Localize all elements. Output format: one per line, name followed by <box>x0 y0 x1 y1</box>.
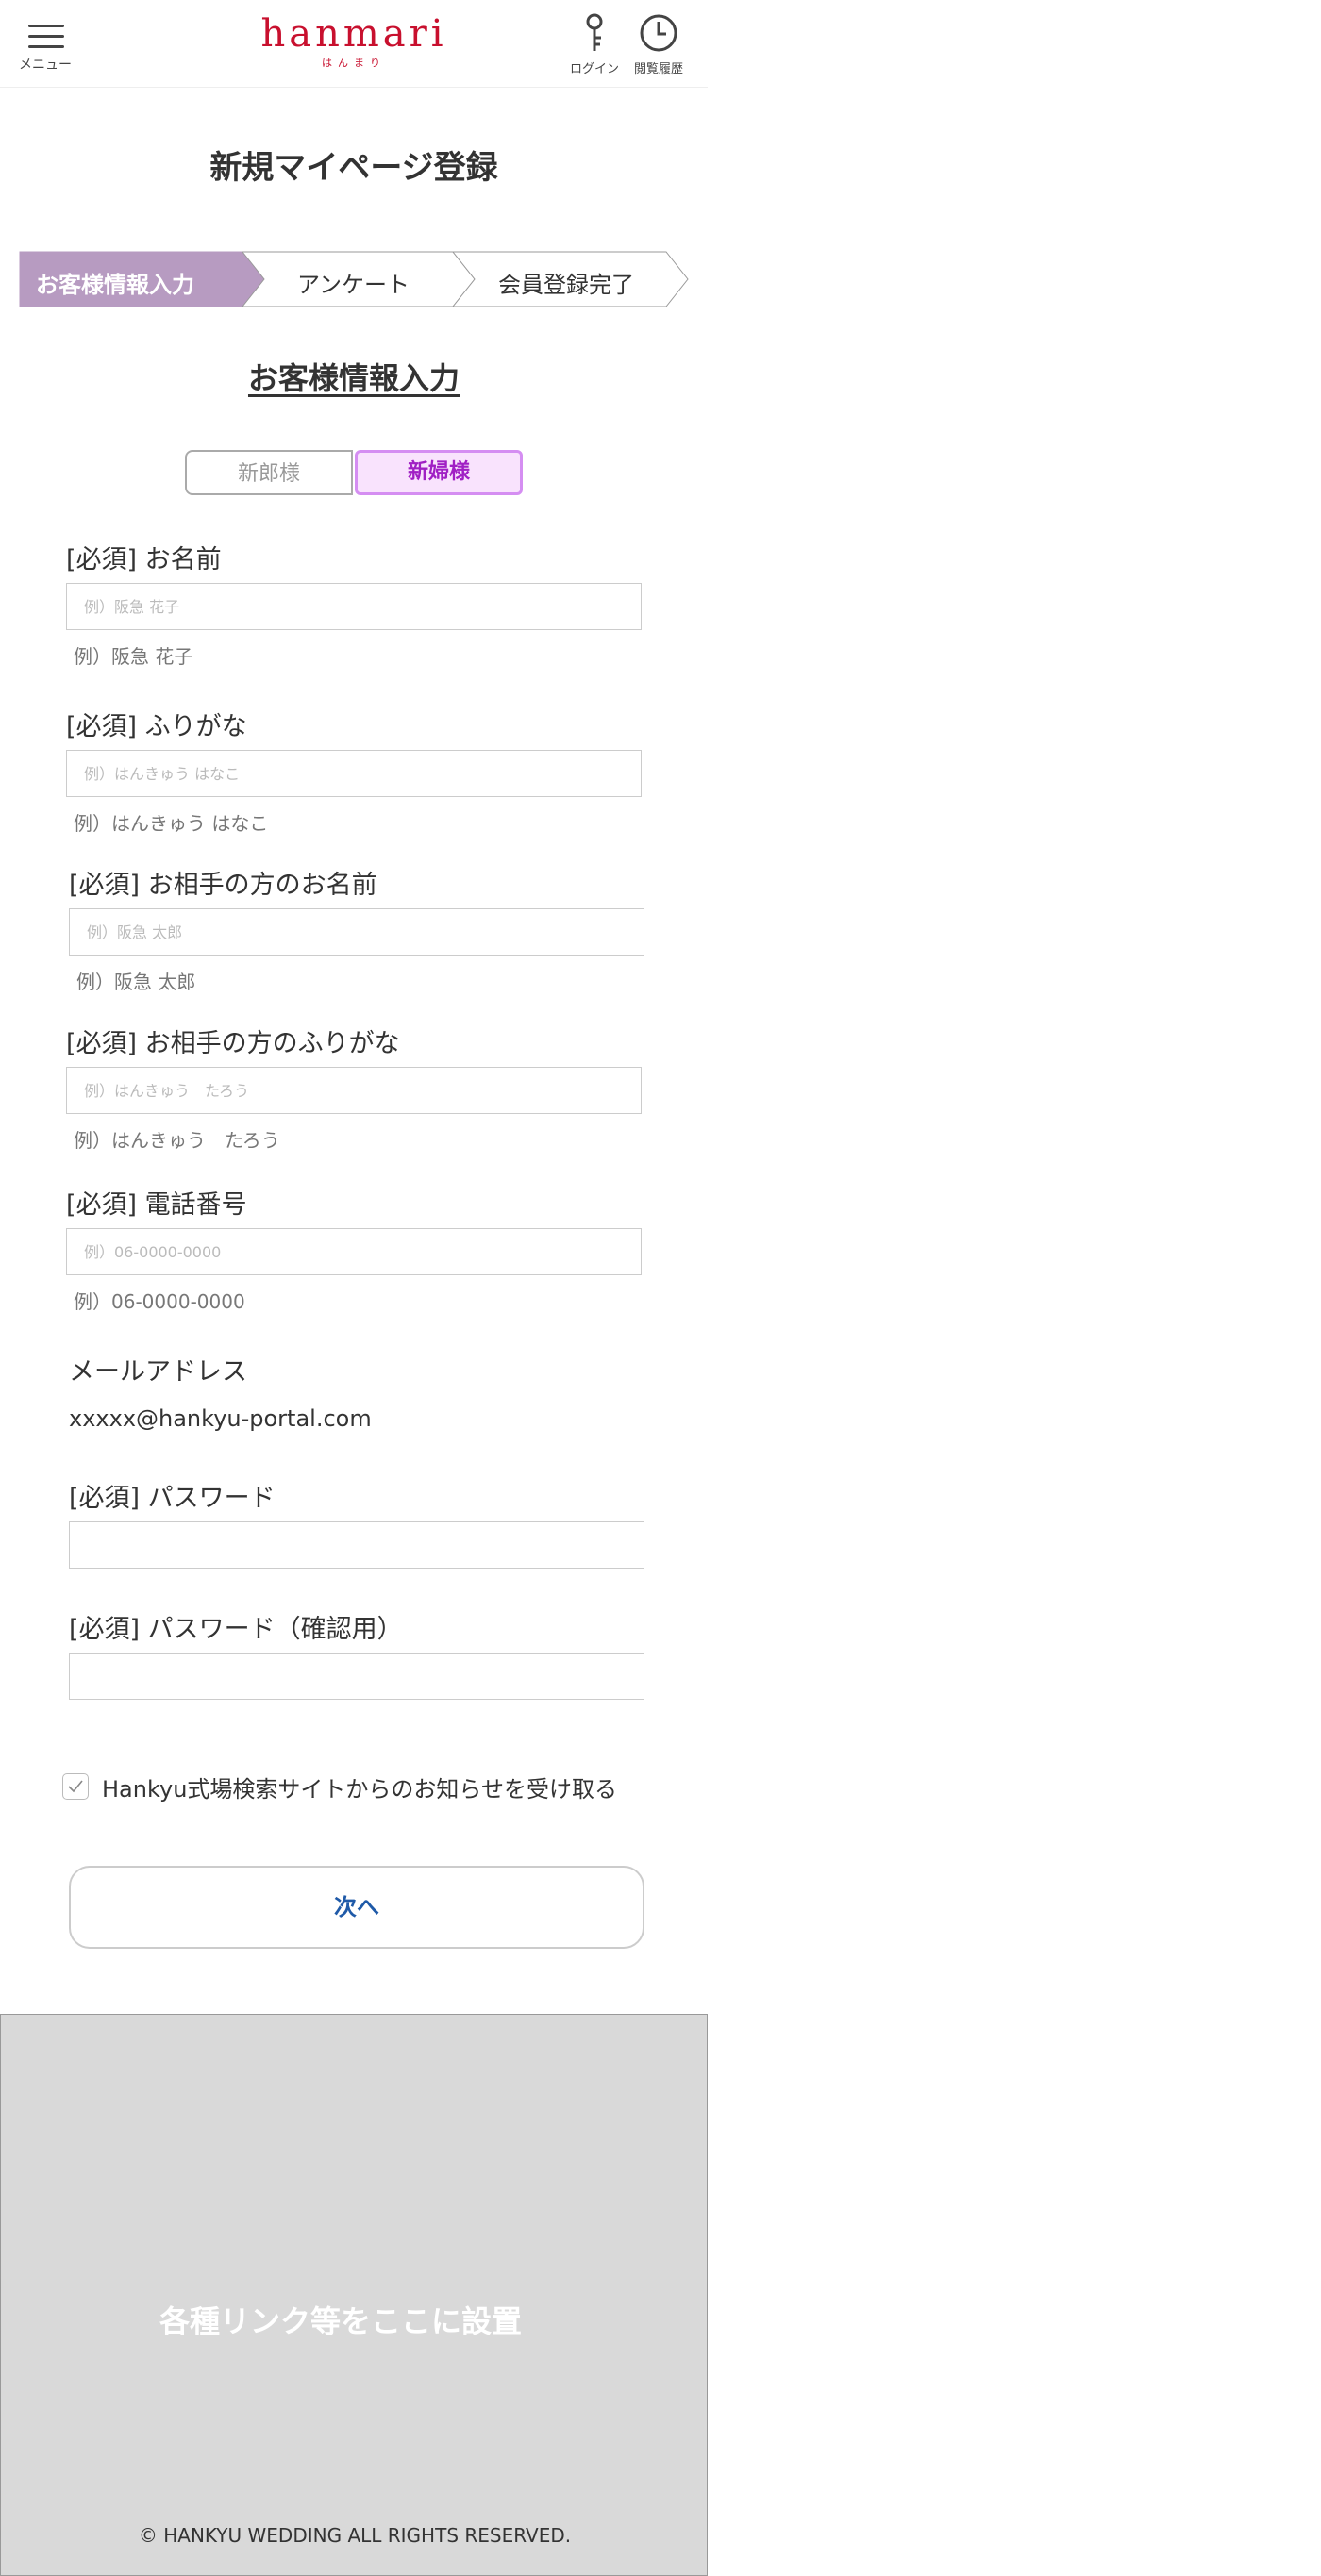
registration-page: メニュー hanmari はんまり ログイン 閲覧履歴 新規マイページ登録 お客… <box>0 0 708 2576</box>
hanmari-logo[interactable]: hanmari はんまり <box>259 13 448 70</box>
furigana-input[interactable] <box>66 750 642 797</box>
step-3-label: 会員登録完了 <box>498 272 634 298</box>
name-hint: 例）阪急 花子 <box>74 645 193 668</box>
clock-icon <box>640 14 677 52</box>
email-value: xxxxx@hankyu-portal.com <box>69 1405 372 1432</box>
password-label: [必須] パスワード <box>69 1484 276 1513</box>
bride-toggle-button[interactable]: 新婦様 <box>355 450 523 495</box>
name-input[interactable] <box>66 583 642 630</box>
footer-links-placeholder: 各種リンク等をここに設置 <box>159 2303 522 2339</box>
hamburger-icon <box>28 25 64 51</box>
logo-text: hanmari <box>260 12 447 56</box>
groom-toggle-button[interactable]: 新郎様 <box>185 450 353 495</box>
phone-hint: 例）06-0000-0000 <box>74 1290 245 1313</box>
step-1-label: お客様情報入力 <box>36 272 194 298</box>
partner-furigana-label: [必須] お相手の方のふりがな <box>66 1029 400 1058</box>
password-input[interactable] <box>69 1521 644 1569</box>
step-indicator: お客様情報入力 アンケート 会員登録完了 <box>19 251 689 307</box>
history-button[interactable]: 閲覧履歴 <box>630 13 687 76</box>
phone-label: [必須] 電話番号 <box>66 1190 247 1220</box>
partner-name-label: [必須] お相手の方のお名前 <box>69 871 377 900</box>
partner-furigana-input[interactable] <box>66 1067 642 1114</box>
site-footer: 各種リンク等をここに設置 © HANKYU WEDDING ALL RIGHTS… <box>0 2014 708 2576</box>
partner-furigana-hint: 例）はんきゅう たろう <box>74 1129 280 1152</box>
step-2-label: アンケート <box>297 272 410 298</box>
next-button[interactable]: 次へ <box>69 1866 644 1949</box>
site-header: メニュー hanmari はんまり ログイン 閲覧履歴 <box>0 0 708 88</box>
key-icon <box>586 13 603 51</box>
logo-subtext: はんまり <box>322 57 386 69</box>
page-title: 新規マイページ登録 <box>209 149 498 187</box>
newsletter-checkbox[interactable] <box>62 1773 89 1800</box>
menu-button[interactable]: メニュー <box>19 21 72 74</box>
partner-name-input[interactable] <box>69 908 644 956</box>
section-title: お客様情報入力 <box>247 360 460 396</box>
newsletter-label[interactable]: Hankyu式場検索サイトからのお知らせを受け取る <box>102 1770 617 1803</box>
phone-input[interactable] <box>66 1228 642 1275</box>
email-label: メールアドレス <box>69 1357 247 1387</box>
furigana-label: [必須] ふりがな <box>66 712 247 741</box>
password-confirm-input[interactable] <box>69 1653 644 1700</box>
history-label: 閲覧履歴 <box>633 62 683 76</box>
checkmark-icon <box>68 1780 83 1793</box>
name-label: [必須] お名前 <box>66 545 222 574</box>
password-confirm-label: [必須] パスワード（確認用） <box>69 1615 403 1644</box>
login-button[interactable]: ログイン <box>566 13 623 76</box>
login-label: ログイン <box>569 62 619 76</box>
copyright: © HANKYU WEDDING ALL RIGHTS RESERVED. <box>138 2524 572 2547</box>
partner-name-hint: 例）阪急 太郎 <box>76 971 196 993</box>
menu-label: メニュー <box>19 58 72 73</box>
furigana-hint: 例）はんきゅう はなこ <box>74 812 269 835</box>
